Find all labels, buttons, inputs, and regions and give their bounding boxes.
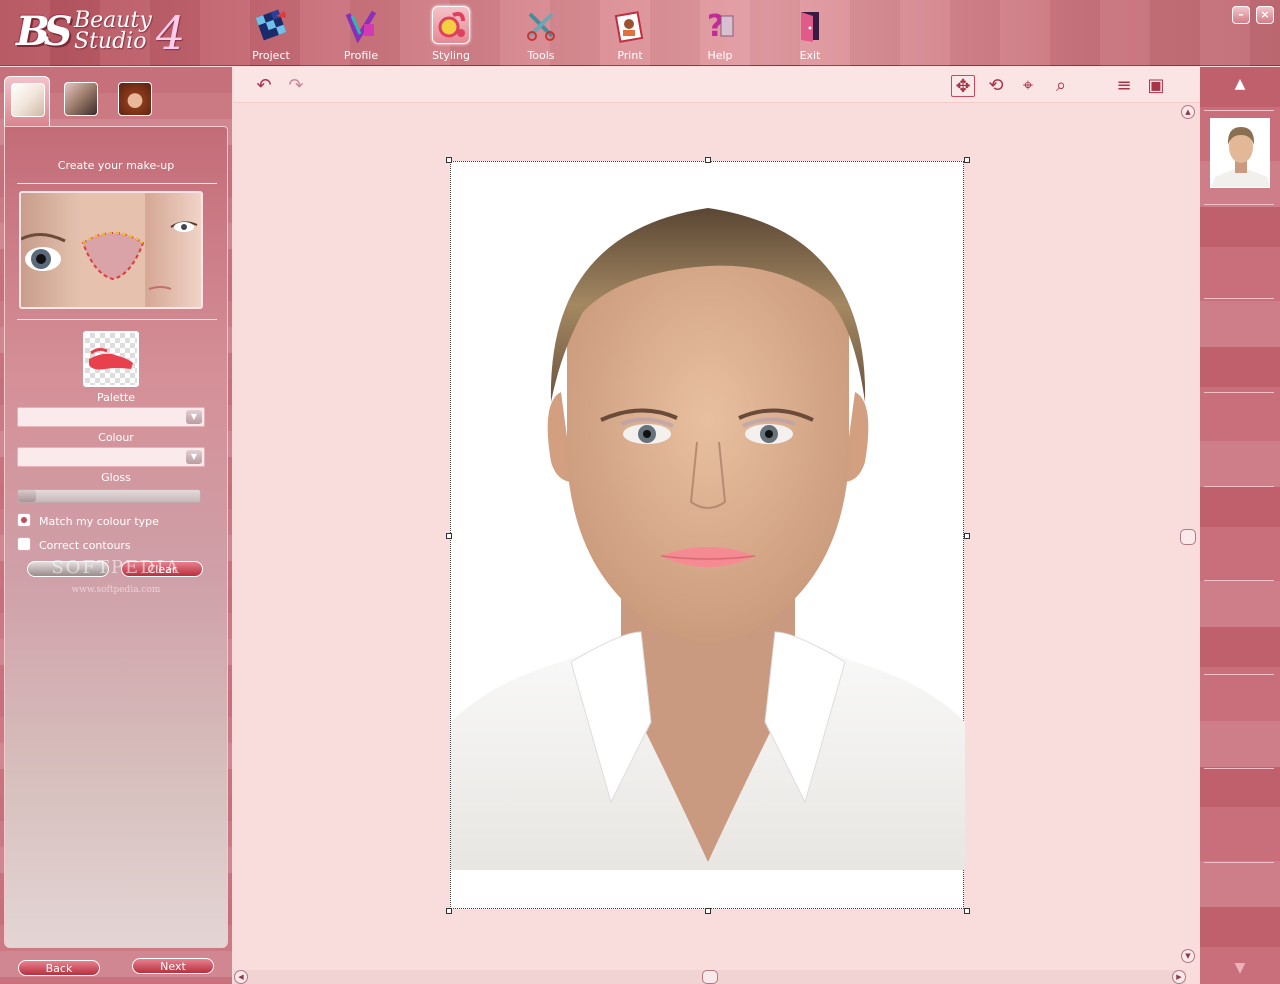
logo-monogram: BS [16, 8, 73, 55]
logo-version: 4 [156, 6, 186, 60]
hair-icon [118, 82, 152, 116]
canvas-toolbar: ↶ ↷ ✥ ⟲ ⌖ ⌕ ≡ ▣ [234, 67, 1200, 103]
palette-select[interactable]: ▼ [17, 407, 205, 427]
resize-handle[interactable] [446, 157, 452, 163]
divider [1204, 298, 1274, 299]
divider [1204, 392, 1274, 393]
divider [1204, 580, 1274, 581]
panel-title: Create your make-up [57, 159, 175, 172]
portrait-photo [451, 162, 965, 870]
move-icon[interactable]: ✥ [951, 75, 975, 97]
colour-select[interactable]: ▼ [17, 447, 205, 467]
scroll-up-icon[interactable]: ▲ [1181, 105, 1195, 119]
left-tabs [4, 76, 226, 128]
divider [1204, 204, 1274, 205]
chevron-down-icon[interactable]: ▼ [186, 410, 202, 424]
rotate-icon[interactable]: ⟲ [984, 75, 1008, 97]
tab-glasses[interactable] [58, 76, 104, 122]
resize-handle[interactable] [964, 157, 970, 163]
vertical-scrollbar[interactable]: ▲ ▼ [1180, 103, 1196, 967]
scroll-left-icon[interactable]: ◀ [234, 970, 248, 984]
divider [17, 319, 217, 320]
workspace: ↶ ↷ ✥ ⟲ ⌖ ⌕ ≡ ▣ ▲ ▼ ◀ ▶ [234, 67, 1200, 984]
profile-icon [342, 6, 380, 44]
exit-icon [791, 6, 829, 44]
slider-thumb[interactable] [18, 490, 36, 502]
resize-handle[interactable] [964, 908, 970, 914]
gloss-slider[interactable] [17, 489, 201, 503]
nav-styling[interactable]: Styling [419, 4, 483, 64]
glasses-icon [64, 82, 98, 116]
chevron-down-icon[interactable]: ▼ [186, 450, 202, 464]
nav-help[interactable]: ? Help [688, 4, 752, 64]
minimize-icon[interactable]: – [1232, 6, 1250, 24]
resize-handle[interactable] [705, 157, 711, 163]
menu-icon[interactable]: ≡ [1112, 75, 1136, 97]
redo-icon[interactable]: ↷ [284, 75, 308, 97]
chevron-down-icon[interactable]: ▼ [1231, 961, 1249, 975]
scroll-thumb[interactable] [702, 970, 718, 984]
crosshair-icon[interactable]: ⌖ [1016, 75, 1040, 97]
watermark: SOFTPEDIA [51, 557, 181, 578]
help-icon: ? [701, 6, 739, 44]
tab-hair[interactable] [112, 76, 158, 122]
divider [1204, 674, 1274, 675]
divider [1204, 110, 1274, 111]
makeup-icon [11, 83, 45, 117]
photo-thumbnail[interactable] [1210, 118, 1270, 188]
undo-icon[interactable]: ↶ [252, 75, 276, 97]
makeup-preview [19, 191, 203, 309]
app-logo: BS Beauty Studio 4 [14, 6, 194, 62]
divider [1204, 862, 1274, 863]
resize-handle[interactable] [446, 908, 452, 914]
nav-profile[interactable]: Profile [329, 4, 393, 64]
tab-makeup[interactable] [4, 76, 50, 128]
palette-label: Palette [96, 391, 136, 404]
match-colour-type-label: Match my colour type [39, 515, 159, 528]
watermark-url: www.softpedia.com [71, 585, 161, 595]
divider [1204, 768, 1274, 769]
resize-handle[interactable] [964, 533, 970, 539]
nav-project[interactable]: Project [239, 4, 303, 64]
back-button[interactable]: Back [18, 960, 100, 976]
correct-contours-checkbox[interactable] [17, 537, 31, 551]
photo-canvas[interactable] [450, 161, 965, 909]
divider [1204, 486, 1274, 487]
resize-handle[interactable] [705, 908, 711, 914]
project-icon [252, 6, 290, 44]
palette-swatch[interactable] [83, 331, 139, 387]
makeup-panel: Create your make-up Palette ▼ Colour ▼ G… [4, 126, 228, 948]
nav-print[interactable]: Print [598, 4, 662, 64]
chevron-up-icon[interactable]: ▲ [1231, 77, 1249, 91]
horizontal-scrollbar[interactable]: ◀ ▶ [234, 970, 1186, 984]
next-button[interactable]: Next [132, 958, 214, 974]
correct-contours-label: Correct contours [39, 539, 131, 552]
scroll-right-icon[interactable]: ▶ [1172, 970, 1186, 984]
close-icon[interactable]: × [1256, 6, 1274, 24]
scroll-down-icon[interactable]: ▼ [1181, 949, 1195, 963]
resize-handle[interactable] [446, 533, 452, 539]
scroll-thumb[interactable] [1180, 529, 1196, 545]
zoom-icon[interactable]: ⌕ [1049, 75, 1073, 97]
gloss-label: Gloss [101, 471, 131, 484]
photo-icon[interactable]: ▣ [1144, 75, 1168, 97]
logo-name: Beauty Studio [74, 8, 152, 54]
print-icon [611, 6, 649, 44]
colour-label: Colour [98, 431, 134, 444]
tools-icon [522, 6, 560, 44]
divider [17, 183, 217, 184]
match-colour-type-checkbox[interactable] [17, 513, 31, 527]
styling-icon [432, 6, 470, 44]
nav-exit[interactable]: Exit [778, 4, 842, 64]
nav-tools[interactable]: Tools [509, 4, 573, 64]
